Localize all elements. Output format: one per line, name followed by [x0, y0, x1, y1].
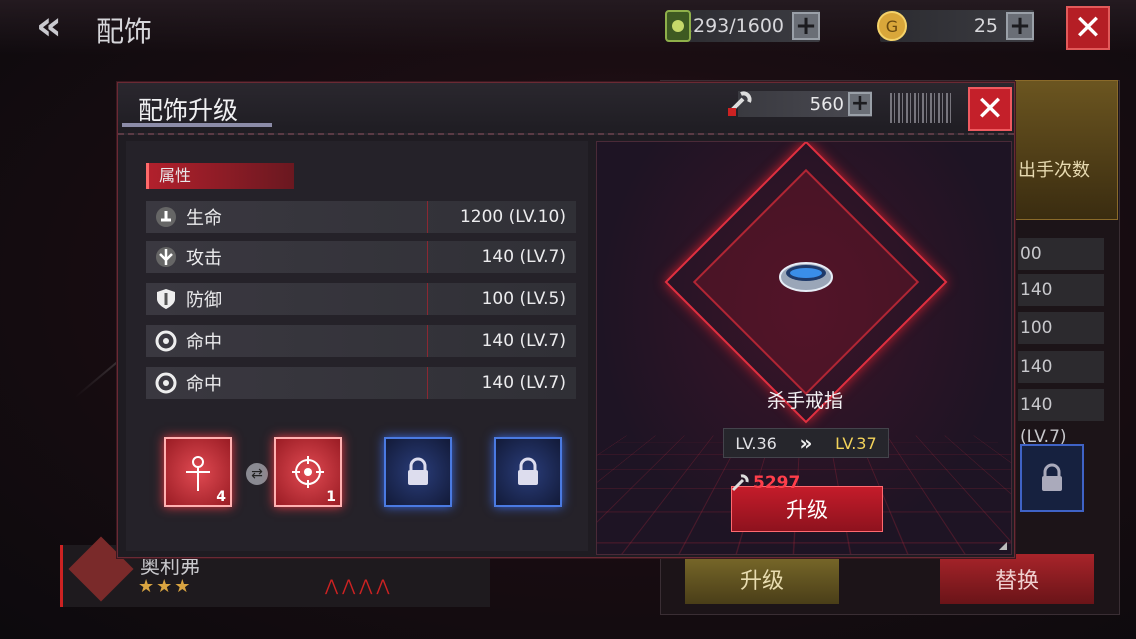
attribute-row: 防御 100 (LV.5) — [146, 283, 576, 315]
background-stat: 00 (LV.10) — [1018, 238, 1104, 296]
attribute-name: 生命 — [186, 208, 222, 229]
attribute-row: 命中 140 (LV.7) — [146, 367, 576, 399]
close-modal-button[interactable]: ✕ — [968, 87, 1012, 131]
level-to: LV.37 — [835, 433, 877, 453]
attribute-row: 命中 140 (LV.7) — [146, 325, 576, 357]
wrench-material-icon — [722, 85, 758, 121]
modal-header: 配饰升级 560 + ✕ — [118, 83, 1014, 135]
energy-resource: 1293/1600 + — [665, 10, 820, 42]
attribute-name: 攻击 — [186, 248, 222, 269]
attribute-row: 生命 1200 (LV.10) — [146, 201, 576, 233]
attribute-name: 命中 — [186, 374, 222, 395]
gold-resource: G 25 + — [877, 10, 1034, 42]
attributes-tab[interactable]: 属性 — [146, 163, 294, 189]
level-from: LV.36 — [735, 433, 777, 453]
crosshair-icon — [146, 372, 186, 394]
lock-icon — [1042, 463, 1062, 491]
shield-icon — [146, 288, 186, 310]
back-button[interactable]: « — [36, 6, 84, 46]
background-replace-button: 替换 — [940, 554, 1094, 604]
sword-module-icon — [186, 456, 210, 491]
attribute-value: 140 (LV.7) — [481, 247, 566, 267]
background-count-label: 出手次数 — [1018, 160, 1090, 181]
attribute-value: 1200 (LV.10) — [459, 207, 566, 227]
background-stat: 140 (LV.7) — [1018, 351, 1104, 409]
swap-icon[interactable]: ⇄ — [246, 463, 268, 485]
attack-icon — [146, 246, 186, 268]
lock-icon — [408, 457, 428, 485]
hero-rank-icons: ⋀⋀⋀⋀ — [325, 576, 394, 595]
attribute-value: 140 (LV.7) — [481, 373, 566, 393]
svg-text:G: G — [886, 17, 898, 36]
ring-item-icon — [775, 254, 837, 300]
attribute-name: 防御 — [186, 290, 222, 311]
module-slot-2[interactable]: 1 — [274, 437, 342, 507]
add-material-button[interactable]: + — [848, 92, 872, 116]
background-lock-slot — [1020, 444, 1084, 512]
barcode-decoration — [890, 93, 952, 123]
add-gold-button[interactable]: + — [1006, 12, 1034, 40]
level-change: LV.36 » LV.37 — [723, 428, 889, 458]
item-name: 杀手戒指 — [766, 390, 843, 412]
locked-slot-2[interactable] — [494, 437, 562, 507]
background-stat: 100 (LV.5) — [1018, 312, 1104, 370]
attribute-row: 攻击 140 (LV.7) — [146, 241, 576, 273]
close-page-button[interactable]: ✕ — [1066, 6, 1110, 50]
modal-title: 配饰升级 — [138, 96, 239, 125]
upgrade-material-resource: 560 + — [728, 91, 872, 117]
module-slot-1[interactable]: 4 — [164, 437, 232, 507]
wrench-material-icon — [731, 474, 749, 492]
cost-value: 5297 — [753, 473, 801, 493]
module-count: 1 — [326, 489, 336, 505]
attribute-value: 140 (LV.7) — [481, 331, 566, 351]
background-stat: 140 (LV.7) — [1018, 274, 1104, 332]
gold-coin-icon: G — [874, 6, 910, 46]
lock-icon — [518, 457, 538, 485]
gear-module-icon — [292, 456, 324, 488]
health-icon — [146, 206, 186, 228]
item-preview-panel: 杀手戒指 LV.36 » LV.37 升级 5297 — [596, 141, 1012, 555]
energy-canister-icon — [660, 6, 696, 46]
upgrade-cost: 5297 — [729, 472, 800, 494]
add-energy-button[interactable]: + — [792, 12, 820, 40]
background-upgrade-button: 升级 — [685, 554, 839, 604]
attributes-panel: 属性 生命 1200 (LV.10) 攻击 140 (LV.7) 防御 100 … — [126, 141, 588, 551]
hero-stars: ★★★ — [138, 576, 193, 597]
accessory-upgrade-modal: 配饰升级 560 + ✕ 属性 生命 1200 (LV.10) 攻击 140 (… — [117, 82, 1015, 558]
corner-decoration — [999, 542, 1007, 550]
background-stat: 140 (LV.7) — [1018, 389, 1104, 447]
title-underline — [122, 123, 272, 127]
arrow-right-icon: » — [799, 431, 813, 455]
attribute-value: 100 (LV.5) — [481, 289, 566, 309]
module-count: 4 — [216, 489, 226, 505]
attribute-name: 命中 — [186, 332, 222, 353]
page-title: 配饰 — [96, 15, 153, 48]
locked-slot-1[interactable] — [384, 437, 452, 507]
background-gold-card — [1015, 80, 1118, 220]
crosshair-icon — [146, 330, 186, 352]
